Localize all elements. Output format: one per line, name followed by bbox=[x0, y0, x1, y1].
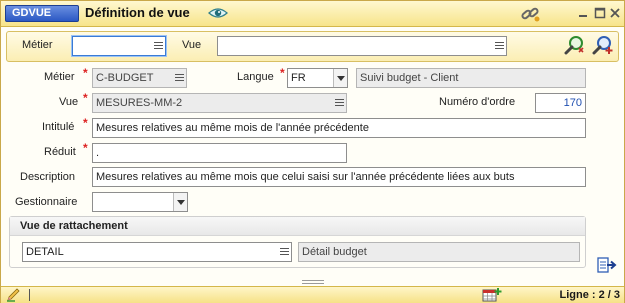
langue-description-value: Suivi budget - Client bbox=[360, 72, 459, 84]
gestionnaire-label: Gestionnaire bbox=[15, 196, 78, 208]
app-code-badge: GDVUE bbox=[5, 5, 79, 22]
required-marker: * bbox=[83, 116, 88, 130]
vue-value: MESURES-MM-2 bbox=[96, 97, 183, 109]
reduit-field[interactable]: . bbox=[92, 143, 347, 163]
search-metier-field[interactable] bbox=[72, 36, 166, 56]
metier-label: Métier bbox=[44, 71, 75, 83]
add-row-icon[interactable] bbox=[482, 287, 502, 303]
rattachement-vue-field[interactable]: DETAIL bbox=[22, 242, 292, 262]
search-metier-label: Métier bbox=[22, 39, 53, 51]
status-separator bbox=[29, 289, 30, 301]
chevron-down-icon[interactable] bbox=[173, 193, 187, 211]
langue-label: Langue bbox=[237, 71, 274, 83]
reduit-label: Réduit bbox=[44, 146, 76, 158]
rattachement-description-field: Détail budget bbox=[298, 242, 580, 262]
list-icon[interactable] bbox=[280, 246, 289, 258]
navigate-next-icon[interactable] bbox=[597, 256, 617, 274]
langue-description-field: Suivi budget - Client bbox=[356, 68, 586, 88]
langue-select[interactable]: FR bbox=[287, 68, 348, 88]
eye-icon[interactable] bbox=[208, 5, 228, 21]
list-icon[interactable] bbox=[175, 72, 184, 84]
pencil-icon[interactable] bbox=[6, 288, 22, 302]
minimize-icon[interactable] bbox=[577, 7, 589, 19]
rattachement-vue-value: DETAIL bbox=[26, 246, 64, 258]
window-title: Définition de vue bbox=[85, 5, 190, 20]
status-bar: Ligne : 2 / 3 bbox=[1, 286, 624, 303]
required-marker: * bbox=[83, 91, 88, 105]
list-icon[interactable] bbox=[335, 97, 344, 109]
vue-field[interactable]: MESURES-MM-2 bbox=[92, 93, 347, 113]
required-marker: * bbox=[83, 66, 88, 80]
description-label: Description bbox=[20, 171, 76, 183]
list-icon[interactable] bbox=[154, 40, 163, 52]
intitule-value: Mesures relatives au même mois de l'anné… bbox=[96, 122, 369, 134]
description-value: Mesures relatives au même mois que celui… bbox=[96, 171, 515, 183]
close-icon[interactable] bbox=[609, 7, 621, 19]
required-marker: * bbox=[280, 66, 285, 80]
search-icon[interactable] bbox=[564, 34, 586, 56]
required-marker: * bbox=[83, 141, 88, 155]
gdvue-window: GDVUE Définition de vue Métier Vue Métie… bbox=[0, 0, 625, 303]
rattachement-description-value: Détail budget bbox=[302, 246, 367, 258]
metier-value: C-BUDGET bbox=[96, 72, 154, 84]
link-icon[interactable] bbox=[519, 5, 541, 23]
langue-value: FR bbox=[291, 72, 306, 84]
chevron-down-icon[interactable] bbox=[333, 69, 347, 87]
vue-label: Vue bbox=[59, 96, 79, 108]
maximize-icon[interactable] bbox=[594, 7, 606, 19]
search-vue-field[interactable] bbox=[217, 36, 507, 56]
description-field[interactable]: Mesures relatives au même mois que celui… bbox=[92, 167, 586, 187]
numero-ordre-value: 170 bbox=[563, 97, 582, 109]
intitule-field[interactable]: Mesures relatives au même mois de l'anné… bbox=[92, 118, 586, 138]
intitule-label: Intitulé bbox=[42, 121, 75, 133]
title-bar: GDVUE Définition de vue bbox=[1, 1, 624, 27]
numero-ordre-field[interactable]: 170 bbox=[535, 93, 586, 113]
numero-ordre-label: Numéro d'ordre bbox=[439, 96, 516, 108]
rattachement-header: Vue de rattachement bbox=[10, 217, 585, 236]
search-add-icon[interactable] bbox=[592, 34, 614, 56]
metier-field[interactable]: C-BUDGET bbox=[92, 68, 187, 88]
reduit-value: . bbox=[96, 147, 100, 159]
gestionnaire-select[interactable] bbox=[92, 192, 188, 212]
line-counter: Ligne : 2 / 3 bbox=[559, 289, 620, 301]
list-icon[interactable] bbox=[495, 40, 504, 52]
search-vue-label: Vue bbox=[182, 39, 202, 51]
